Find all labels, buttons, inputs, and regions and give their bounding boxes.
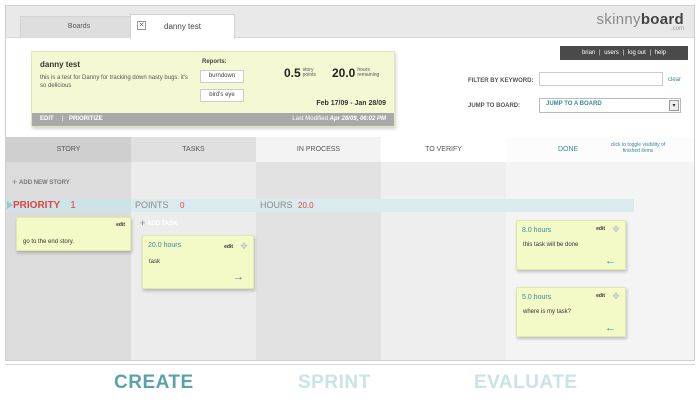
reports-label: Reports: <box>202 59 227 65</box>
jump-to-board-select[interactable]: JUMP TO A BOARD ▾ <box>539 98 681 113</box>
task-card[interactable]: 8.0 hours edit ✥ this task will be done … <box>516 220 626 270</box>
task-hours: 8.0 hours <box>522 227 552 234</box>
edit-task-link[interactable]: edit <box>224 244 233 250</box>
priority-bar: PRIORITY 1 POINTS 0 HOURS 20.0 <box>6 199 634 212</box>
chevron-down-icon[interactable]: ▾ <box>669 100 679 111</box>
tagline: CREATE SPRINT EVALUATE <box>0 372 700 396</box>
edit-story-link[interactable]: edit <box>116 222 125 228</box>
filter-label: FILTER BY KEYWORD: <box>468 78 534 84</box>
move-icon[interactable]: ✥ <box>239 241 249 251</box>
task-card[interactable]: 5.0 hours edit ✥ where is my task? ← <box>516 287 626 337</box>
filter-keyword-input[interactable] <box>539 72 663 86</box>
add-task-label: ADD TASK <box>147 221 178 227</box>
arrow-left-icon[interactable]: ← <box>605 255 616 267</box>
edit-task-link[interactable]: edit <box>596 293 605 299</box>
edit-board-link[interactable]: EDIT <box>40 113 54 126</box>
logout-link[interactable]: log out <box>628 50 646 56</box>
column-header-tasks: TASKS <box>131 137 256 162</box>
board-name: danny test <box>40 60 81 69</box>
priority-hours-label: HOURS <box>260 200 293 210</box>
hours-remaining-stat: 20.0 hours remaining <box>332 66 379 80</box>
tab-bar: Boards ✕ danny test skinnyboard .com <box>6 6 694 39</box>
add-story-button[interactable]: ✛ ADD NEW STORY <box>12 179 70 186</box>
task-hours: 5.0 hours <box>522 294 552 301</box>
task-card[interactable]: 20.0 hours edit ✥ task → <box>142 235 254 289</box>
priority-hours-value: 20.0 <box>298 201 314 210</box>
move-icon[interactable]: ✥ <box>611 224 621 234</box>
task-card-text: this task will be done <box>523 242 579 248</box>
hours-remaining-label-2: remaining <box>357 72 380 78</box>
board-columns: STORY TASKS IN PROCESS TO VERIFY DONE cl… <box>6 137 694 360</box>
story-card-text: go to the end story. <box>23 239 74 245</box>
plus-icon: ✛ <box>140 221 146 227</box>
column-header-to-verify: TO VERIFY <box>381 137 506 162</box>
tab-boards[interactable]: Boards <box>20 16 138 38</box>
add-story-label: ADD NEW STORY <box>19 180 70 186</box>
last-modified-label: Last Modified <box>292 116 328 122</box>
nav-separator: | <box>598 50 601 56</box>
last-modified-value: Apr 28/09, 06:02 PM <box>329 116 386 122</box>
priority-points-label: POINTS <box>135 200 169 210</box>
priority-points-value: 0 <box>180 201 185 210</box>
footer-separator: | <box>62 116 64 122</box>
story-points-value: 0.5 <box>284 66 301 80</box>
burndown-report-button[interactable]: burndown <box>200 70 244 83</box>
tab-current-board-label: danny test <box>164 22 201 31</box>
column-header-in-process: IN PROCESS <box>256 137 381 162</box>
logo-light: skinny <box>596 11 641 28</box>
board-summary-card: danny test this is a test for Danny for … <box>31 51 395 127</box>
priority-label-text: PRIORITY <box>13 200 61 211</box>
board-header-panel: danny test this is a test for Danny for … <box>6 39 694 139</box>
task-card-text: where is my task? <box>523 309 572 315</box>
arrow-left-icon[interactable]: ← <box>605 322 616 334</box>
task-hours: 20.0 hours <box>148 242 182 249</box>
move-icon[interactable]: ✥ <box>611 291 621 301</box>
help-link[interactable]: help <box>655 50 666 56</box>
task-card-text: task <box>149 259 161 265</box>
users-link[interactable]: users <box>604 50 619 56</box>
priority-label: PRIORITY 1 <box>13 199 76 212</box>
tab-boards-label: Boards <box>67 23 91 30</box>
column-to-verify: TO VERIFY <box>381 137 506 360</box>
app-frame: Boards ✕ danny test skinnyboard .com dan… <box>5 5 695 361</box>
tagline-evaluate: EVALUATE <box>474 372 578 393</box>
user-nav: brian | users | log out | help <box>560 46 688 60</box>
nav-separator: | <box>649 50 652 56</box>
story-points-label-2: points <box>302 72 316 78</box>
board-card-footer: EDIT | PRIORITIZE Last Modified Apr 28/0… <box>32 113 394 126</box>
divider <box>5 364 695 365</box>
birds-eye-report-button[interactable]: bird's eye <box>200 89 244 102</box>
close-icon[interactable]: ✕ <box>137 21 146 30</box>
tagline-create: CREATE <box>114 372 194 393</box>
board-description: this is a test for Danny for tracking do… <box>40 75 188 89</box>
last-modified: Last Modified Apr 28/09, 06:02 PM <box>292 113 386 126</box>
priority-bar-tasks-segment <box>131 199 634 212</box>
plus-icon: ✛ <box>12 180 18 186</box>
jump-to-board-value: JUMP TO A BOARD <box>546 101 602 107</box>
add-task-button[interactable]: ✛ ADD TASK <box>140 220 178 227</box>
user-link[interactable]: brian <box>582 50 595 56</box>
tagline-sprint: SPRINT <box>298 372 371 393</box>
prioritize-link[interactable]: PRIORITIZE <box>69 113 103 126</box>
column-in-process: IN PROCESS <box>256 137 381 360</box>
toggle-done-hint[interactable]: click to toggle visibility of finished i… <box>610 142 666 154</box>
tab-current-board[interactable]: ✕ danny test <box>130 14 235 39</box>
jump-to-board-label: JUMP TO BOARD: <box>468 103 521 109</box>
nav-separator: | <box>622 50 625 56</box>
edit-task-link[interactable]: edit <box>596 226 605 232</box>
column-header-story: STORY <box>6 137 131 162</box>
logo: skinnyboard .com <box>597 11 685 32</box>
arrow-right-icon[interactable]: → <box>233 271 244 283</box>
story-card[interactable]: edit go to the end story. <box>16 217 131 251</box>
priority-value: 1 <box>70 200 76 211</box>
story-points-stat: 0.5 story points <box>284 66 316 80</box>
sprint-date-range: Feb 17/09 - Jan 28/09 <box>316 100 386 107</box>
clear-filter-link[interactable]: clear <box>668 77 681 83</box>
hours-remaining-value: 20.0 <box>332 66 356 80</box>
